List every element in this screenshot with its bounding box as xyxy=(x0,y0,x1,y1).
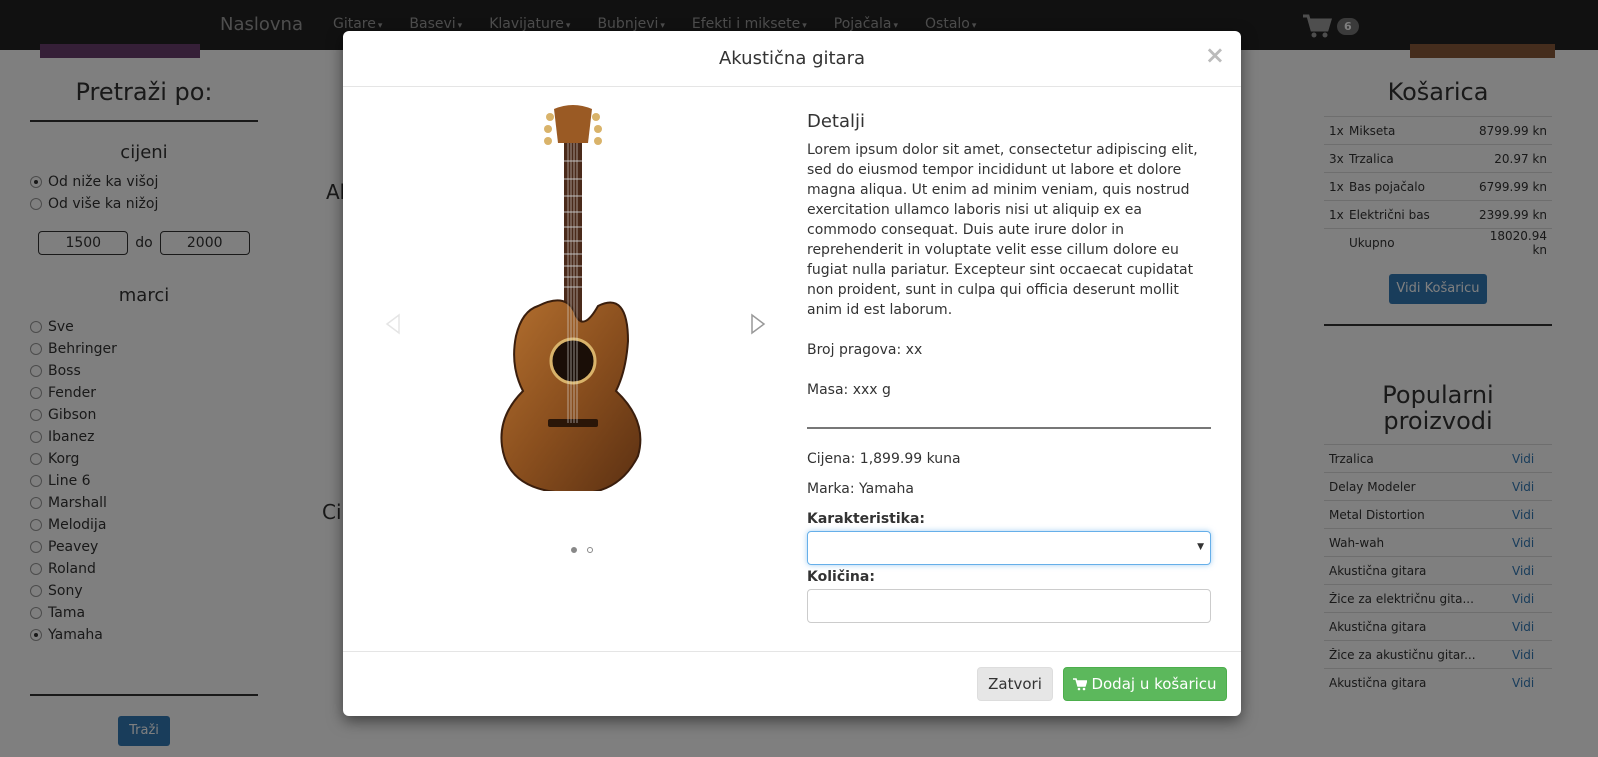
cart-icon xyxy=(1073,678,1088,691)
close-button[interactable]: Zatvori xyxy=(977,667,1053,701)
product-modal: Akustična gitara × Detalji Lorem ipsum d… xyxy=(343,31,1241,716)
carousel-indicators xyxy=(571,547,593,553)
product-frets: Broj pragova: xx xyxy=(807,342,923,358)
add-to-cart-label: Dodaj u košaricu xyxy=(1091,675,1217,693)
quantity-label: Količina: xyxy=(807,569,875,585)
product-price: Cijena: 1,899.99 kuna xyxy=(807,451,961,467)
feature-label: Karakteristika: xyxy=(807,511,926,527)
divider xyxy=(807,427,1211,429)
carousel-dot-active[interactable] xyxy=(571,547,577,553)
product-details: Detalji Lorem ipsum dolor sit amet, cons… xyxy=(807,111,1211,623)
carousel-next-icon[interactable] xyxy=(749,313,767,335)
dropdown-arrow-icon: ▼ xyxy=(1197,542,1204,552)
add-to-cart-button[interactable]: Dodaj u košaricu xyxy=(1063,667,1227,701)
carousel-prev-icon[interactable] xyxy=(384,313,402,335)
details-heading: Detalji xyxy=(807,111,866,132)
modal-footer: Zatvori Dodaj u košaricu xyxy=(343,651,1241,716)
modal-header: Akustična gitara × xyxy=(343,31,1241,87)
guitar-image xyxy=(500,105,642,491)
feature-select[interactable]: ▼ xyxy=(807,531,1211,565)
product-image-carousel xyxy=(373,101,773,561)
product-description: Lorem ipsum dolor sit amet, consectetur … xyxy=(807,142,1198,318)
close-icon[interactable]: × xyxy=(1205,43,1225,67)
modal-title: Akustična gitara xyxy=(718,48,866,69)
product-mass: Masa: xxx g xyxy=(807,382,891,398)
quantity-input[interactable] xyxy=(807,589,1211,623)
carousel-dot[interactable] xyxy=(587,547,593,553)
product-brand: Marka: Yamaha xyxy=(807,481,914,497)
